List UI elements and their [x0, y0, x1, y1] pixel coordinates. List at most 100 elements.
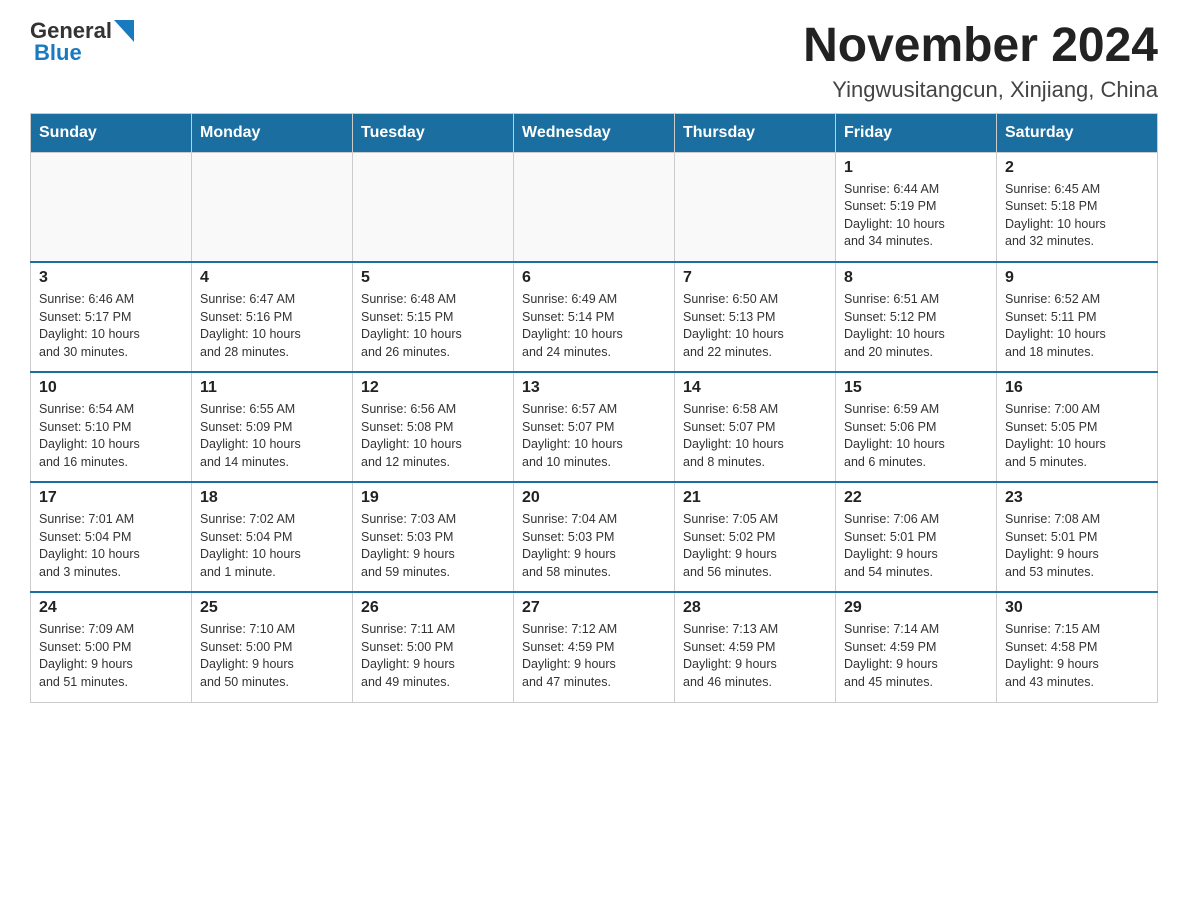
- calendar-cell: [675, 152, 836, 262]
- day-number: 16: [1005, 379, 1149, 397]
- day-info: Sunrise: 6:54 AMSunset: 5:10 PMDaylight:…: [39, 401, 183, 471]
- day-info: Sunrise: 6:49 AMSunset: 5:14 PMDaylight:…: [522, 291, 666, 361]
- day-number: 20: [522, 489, 666, 507]
- calendar-cell: 16 Sunrise: 7:00 AMSunset: 5:05 PMDayligh…: [997, 372, 1158, 482]
- calendar-cell: [353, 152, 514, 262]
- day-number: 26: [361, 599, 505, 617]
- day-info: Sunrise: 7:00 AMSunset: 5:05 PMDaylight:…: [1005, 401, 1149, 471]
- calendar-cell: 25 Sunrise: 7:10 AMSunset: 5:00 PMDayligh…: [192, 592, 353, 702]
- day-number: 2: [1005, 159, 1149, 177]
- calendar-week-row: 10 Sunrise: 6:54 AMSunset: 5:10 PMDayligh…: [31, 372, 1158, 482]
- day-number: 24: [39, 599, 183, 617]
- day-info: Sunrise: 6:46 AMSunset: 5:17 PMDaylight:…: [39, 291, 183, 361]
- day-number: 18: [200, 489, 344, 507]
- calendar-cell: 6 Sunrise: 6:49 AMSunset: 5:14 PMDaylight…: [514, 262, 675, 372]
- day-info: Sunrise: 6:55 AMSunset: 5:09 PMDaylight:…: [200, 401, 344, 471]
- calendar-cell: [514, 152, 675, 262]
- calendar-cell: 10 Sunrise: 6:54 AMSunset: 5:10 PMDayligh…: [31, 372, 192, 482]
- day-info: Sunrise: 6:48 AMSunset: 5:15 PMDaylight:…: [361, 291, 505, 361]
- calendar-cell: 30 Sunrise: 7:15 AMSunset: 4:58 PMDayligh…: [997, 592, 1158, 702]
- calendar-cell: 3 Sunrise: 6:46 AMSunset: 5:17 PMDaylight…: [31, 262, 192, 372]
- day-info: Sunrise: 6:50 AMSunset: 5:13 PMDaylight:…: [683, 291, 827, 361]
- day-number: 7: [683, 269, 827, 287]
- calendar-cell: 9 Sunrise: 6:52 AMSunset: 5:11 PMDaylight…: [997, 262, 1158, 372]
- weekday-header-saturday: Saturday: [997, 113, 1158, 152]
- day-number: 29: [844, 599, 988, 617]
- day-info: Sunrise: 7:06 AMSunset: 5:01 PMDaylight:…: [844, 511, 988, 581]
- day-number: 11: [200, 379, 344, 397]
- day-info: Sunrise: 7:04 AMSunset: 5:03 PMDaylight:…: [522, 511, 666, 581]
- day-info: Sunrise: 6:44 AMSunset: 5:19 PMDaylight:…: [844, 181, 988, 251]
- day-info: Sunrise: 7:10 AMSunset: 5:00 PMDaylight:…: [200, 621, 344, 691]
- day-number: 1: [844, 159, 988, 177]
- weekday-header-tuesday: Tuesday: [353, 113, 514, 152]
- day-info: Sunrise: 7:02 AMSunset: 5:04 PMDaylight:…: [200, 511, 344, 581]
- calendar-cell: 29Sunrise: 7:14 AMSunset: 4:59 PMDayligh…: [836, 592, 997, 702]
- day-number: 14: [683, 379, 827, 397]
- location-title: Yingwusitangcun, Xinjiang, China: [803, 77, 1158, 103]
- day-number: 22: [844, 489, 988, 507]
- logo-blue-text: Blue: [34, 42, 134, 64]
- calendar-cell: 2Sunrise: 6:45 AMSunset: 5:18 PMDaylight…: [997, 152, 1158, 262]
- calendar-cell: 12 Sunrise: 6:56 AMSunset: 5:08 PMDayligh…: [353, 372, 514, 482]
- day-info: Sunrise: 6:59 AMSunset: 5:06 PMDaylight:…: [844, 401, 988, 471]
- day-number: 30: [1005, 599, 1149, 617]
- day-info: Sunrise: 6:52 AMSunset: 5:11 PMDaylight:…: [1005, 291, 1149, 361]
- day-info: Sunrise: 7:08 AMSunset: 5:01 PMDaylight:…: [1005, 511, 1149, 581]
- day-number: 23: [1005, 489, 1149, 507]
- calendar-cell: 28 Sunrise: 7:13 AMSunset: 4:59 PMDayligh…: [675, 592, 836, 702]
- page-header: General Blue November 2024 Yingwusitangc…: [30, 20, 1158, 103]
- day-info: Sunrise: 7:09 AMSunset: 5:00 PMDaylight:…: [39, 621, 183, 691]
- calendar-cell: 13Sunrise: 6:57 AMSunset: 5:07 PMDayligh…: [514, 372, 675, 482]
- calendar-cell: 22 Sunrise: 7:06 AMSunset: 5:01 PMDayligh…: [836, 482, 997, 592]
- day-number: 25: [200, 599, 344, 617]
- calendar-cell: [31, 152, 192, 262]
- calendar-cell: 5Sunrise: 6:48 AMSunset: 5:15 PMDaylight…: [353, 262, 514, 372]
- day-info: Sunrise: 7:03 AMSunset: 5:03 PMDaylight:…: [361, 511, 505, 581]
- day-number: 12: [361, 379, 505, 397]
- day-info: Sunrise: 7:05 AMSunset: 5:02 PMDaylight:…: [683, 511, 827, 581]
- logo-arrow-icon: [114, 20, 134, 42]
- weekday-header-thursday: Thursday: [675, 113, 836, 152]
- day-info: Sunrise: 6:58 AMSunset: 5:07 PMDaylight:…: [683, 401, 827, 471]
- day-info: Sunrise: 7:01 AMSunset: 5:04 PMDaylight:…: [39, 511, 183, 581]
- day-number: 6: [522, 269, 666, 287]
- title-block: November 2024 Yingwusitangcun, Xinjiang,…: [803, 20, 1158, 103]
- day-number: 13: [522, 379, 666, 397]
- day-info: Sunrise: 6:47 AMSunset: 5:16 PMDaylight:…: [200, 291, 344, 361]
- calendar-cell: 27 Sunrise: 7:12 AMSunset: 4:59 PMDayligh…: [514, 592, 675, 702]
- calendar-cell: 26Sunrise: 7:11 AMSunset: 5:00 PMDayligh…: [353, 592, 514, 702]
- logo-general-text: General: [30, 20, 112, 42]
- calendar-cell: [192, 152, 353, 262]
- weekday-header-friday: Friday: [836, 113, 997, 152]
- day-number: 9: [1005, 269, 1149, 287]
- day-number: 21: [683, 489, 827, 507]
- month-title: November 2024: [803, 20, 1158, 73]
- day-number: 27: [522, 599, 666, 617]
- day-number: 4: [200, 269, 344, 287]
- day-info: Sunrise: 7:13 AMSunset: 4:59 PMDaylight:…: [683, 621, 827, 691]
- day-number: 10: [39, 379, 183, 397]
- calendar-cell: 14 Sunrise: 6:58 AMSunset: 5:07 PMDayligh…: [675, 372, 836, 482]
- day-info: Sunrise: 7:15 AMSunset: 4:58 PMDaylight:…: [1005, 621, 1149, 691]
- day-number: 8: [844, 269, 988, 287]
- day-info: Sunrise: 7:12 AMSunset: 4:59 PMDaylight:…: [522, 621, 666, 691]
- calendar-week-row: 3 Sunrise: 6:46 AMSunset: 5:17 PMDaylight…: [31, 262, 1158, 372]
- weekday-header-wednesday: Wednesday: [514, 113, 675, 152]
- weekday-header-sunday: Sunday: [31, 113, 192, 152]
- calendar-cell: 19 Sunrise: 7:03 AMSunset: 5:03 PMDayligh…: [353, 482, 514, 592]
- weekday-header-monday: Monday: [192, 113, 353, 152]
- calendar-week-row: 1 Sunrise: 6:44 AMSunset: 5:19 PMDaylight…: [31, 152, 1158, 262]
- day-number: 3: [39, 269, 183, 287]
- day-info: Sunrise: 6:56 AMSunset: 5:08 PMDaylight:…: [361, 401, 505, 471]
- calendar-cell: 11 Sunrise: 6:55 AMSunset: 5:09 PMDayligh…: [192, 372, 353, 482]
- calendar-cell: 8 Sunrise: 6:51 AMSunset: 5:12 PMDaylight…: [836, 262, 997, 372]
- day-number: 19: [361, 489, 505, 507]
- calendar-week-row: 17Sunrise: 7:01 AMSunset: 5:04 PMDayligh…: [31, 482, 1158, 592]
- day-number: 28: [683, 599, 827, 617]
- calendar-table: SundayMondayTuesdayWednesdayThursdayFrid…: [30, 113, 1158, 703]
- calendar-cell: 7 Sunrise: 6:50 AMSunset: 5:13 PMDaylight…: [675, 262, 836, 372]
- weekday-header-row: SundayMondayTuesdayWednesdayThursdayFrid…: [31, 113, 1158, 152]
- day-info: Sunrise: 6:51 AMSunset: 5:12 PMDaylight:…: [844, 291, 988, 361]
- calendar-cell: 20 Sunrise: 7:04 AMSunset: 5:03 PMDayligh…: [514, 482, 675, 592]
